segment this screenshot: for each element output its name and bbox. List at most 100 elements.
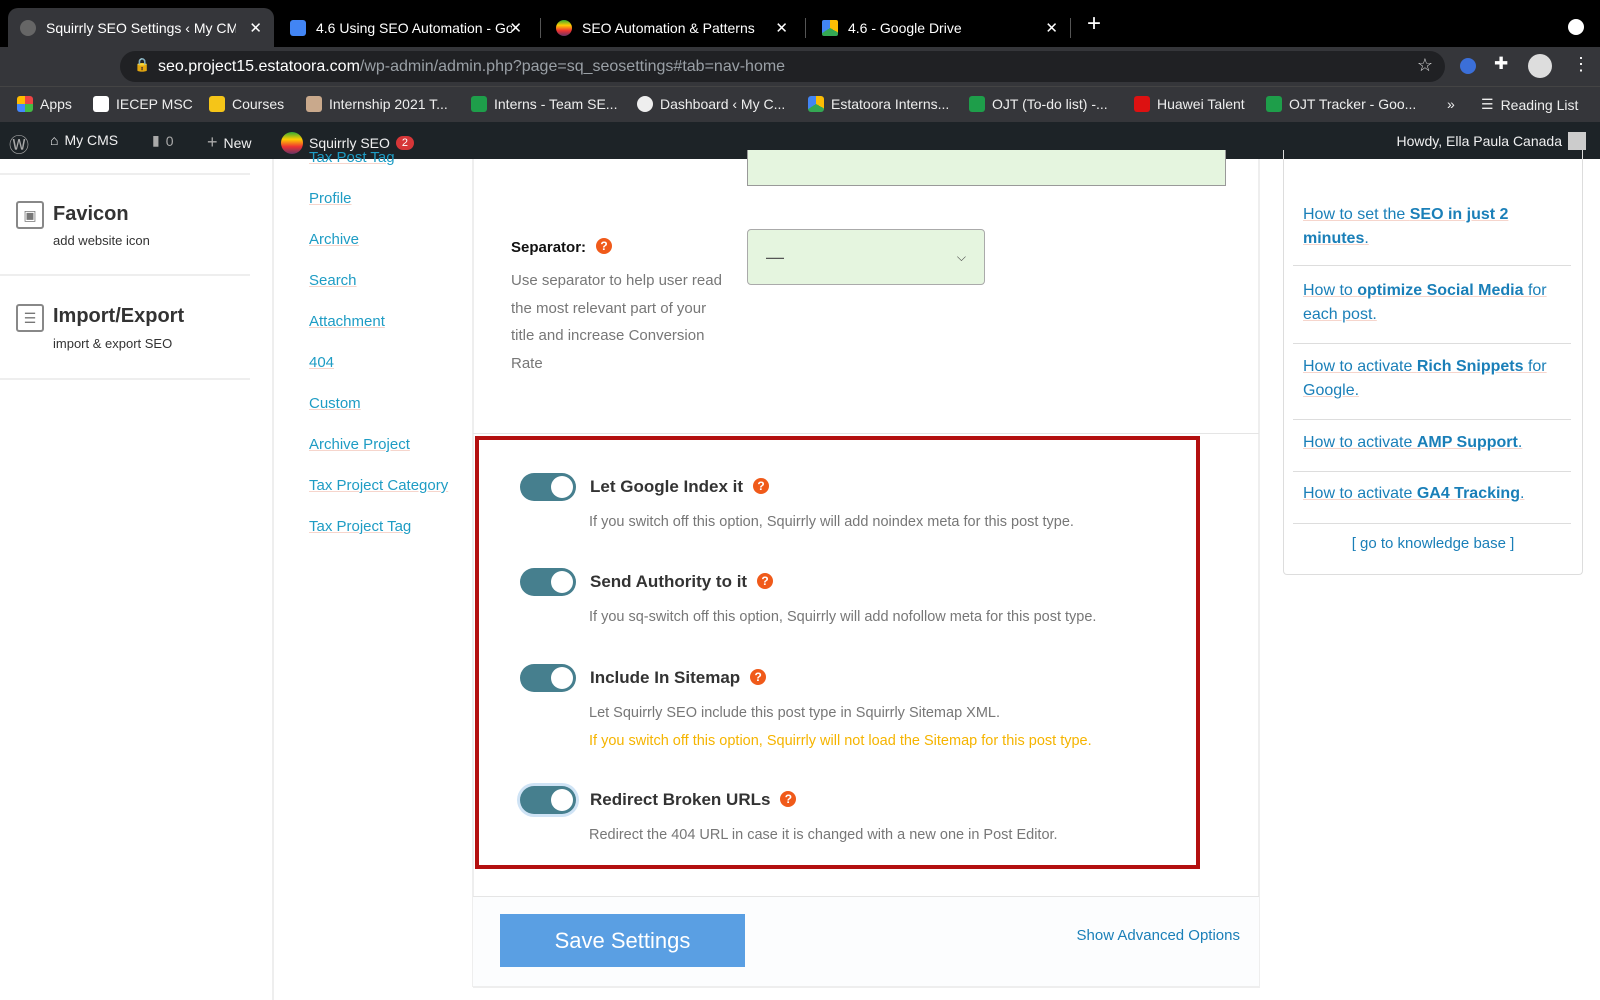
menu-icon[interactable]: ⋮: [1572, 54, 1590, 75]
drive-icon: [822, 19, 838, 36]
toggle-label: Let Google Index it?: [590, 477, 770, 497]
browser-tab-bar: Squirrly SEO Settings ‹ My CMS ✕ 4.6 Usin…: [0, 0, 1600, 47]
bookmark[interactable]: OJT Tracker - Goo...: [1266, 96, 1416, 112]
help-icon[interactable]: ?: [780, 791, 797, 807]
image-icon: ▣: [16, 201, 44, 229]
globe-icon: [20, 19, 36, 36]
huawei-icon: [1134, 96, 1150, 112]
bookmark[interactable]: Interns - Team SE...: [471, 96, 617, 112]
classroom-icon: [209, 96, 225, 112]
post-type-link[interactable]: Custom: [309, 395, 361, 412]
site-name-link[interactable]: ⌂ My CMS: [50, 132, 118, 148]
post-type-link[interactable]: Profile: [309, 190, 352, 207]
toggle-description: If you switch off this option, Squirrly …: [589, 514, 1074, 530]
post-type-link[interactable]: Archive Project: [309, 436, 410, 453]
apps-grid-icon: [17, 96, 33, 112]
menu-import-export-subtitle: import & export SEO: [53, 336, 173, 351]
toggle-switch[interactable]: [520, 473, 576, 501]
tab-seo-patterns[interactable]: SEO Automation & Patterns ✕: [544, 8, 800, 47]
bookmarks-bar: Apps IECEP MSC Courses Internship 2021 T…: [0, 86, 1600, 122]
close-tab-icon[interactable]: ✕: [509, 19, 522, 37]
show-advanced-options-link[interactable]: Show Advanced Options: [1077, 927, 1240, 944]
wix-icon: [93, 96, 109, 112]
sliders-icon: ☰: [16, 304, 44, 332]
help-icon[interactable]: ?: [757, 573, 774, 589]
toggle-description: Let Squirrly SEO include this post type …: [589, 705, 1001, 721]
post-type-link[interactable]: 404: [309, 354, 334, 371]
separator-select[interactable]: — ⌵: [747, 229, 985, 285]
tab-seo-automation-doc[interactable]: 4.6 Using SEO Automation - Go ✕: [278, 8, 534, 47]
bookmark-apps[interactable]: Apps: [17, 96, 72, 112]
new-content-link[interactable]: + New: [207, 132, 252, 153]
tab-google-drive[interactable]: 4.6 - Google Drive ✕: [810, 8, 1070, 47]
bookmark[interactable]: Estatoora Interns...: [808, 96, 949, 112]
close-tab-icon[interactable]: ✕: [249, 19, 262, 37]
tab-squirrly-settings[interactable]: Squirrly SEO Settings ‹ My CMS ✕: [8, 8, 274, 47]
sheets-icon: [969, 96, 985, 112]
post-type-link[interactable]: Search: [309, 272, 357, 289]
post-type-link[interactable]: Archive: [309, 231, 359, 248]
go-to-knowledge-base-link[interactable]: [ go to knowledge base ]: [1283, 535, 1583, 552]
reading-list-icon: ☰: [1481, 96, 1494, 112]
comment-icon: ▮: [152, 132, 160, 148]
more-bookmarks-button[interactable]: »: [1447, 96, 1455, 112]
menu-favicon-subtitle: add website icon: [53, 233, 150, 248]
user-avatar: [1568, 132, 1586, 150]
help-icon[interactable]: ?: [750, 669, 767, 685]
drive-icon: [808, 96, 824, 112]
knowledge-article-link[interactable]: How to activate AMP Support.: [1303, 431, 1568, 455]
separator-label: Separator:?: [511, 238, 613, 256]
toggle-description: If you sq-switch off this option, Squirr…: [589, 609, 1097, 625]
close-tab-icon[interactable]: ✕: [775, 19, 788, 37]
bookmark[interactable]: Huawei Talent: [1134, 96, 1245, 112]
title-pattern-textarea[interactable]: [747, 150, 1226, 186]
knowledge-article-link[interactable]: How to activate Rich Snippets for Google…: [1303, 355, 1568, 403]
toggle-switch[interactable]: [520, 568, 576, 596]
toggle-switch[interactable]: [520, 786, 576, 814]
toggle-warning: If you switch off this option, Squirrly …: [589, 733, 1092, 749]
puzzle-icon[interactable]: ✚: [1494, 54, 1508, 74]
chat-icon: [471, 96, 487, 112]
separator-description: Use separator to help user read the most …: [511, 272, 722, 372]
comments-link[interactable]: ▮ 0: [152, 132, 174, 149]
menu-import-export-title[interactable]: Import/Export: [53, 305, 184, 328]
lock-icon: 🔒: [134, 57, 151, 72]
wordpress-logo-icon[interactable]: Ⓦ: [9, 129, 29, 158]
bookmark[interactable]: IECEP MSC: [93, 96, 193, 112]
knowledge-article-link[interactable]: How to optimize Social Media for each po…: [1303, 279, 1568, 327]
sheets-icon: [1266, 96, 1282, 112]
post-type-link[interactable]: Attachment: [309, 313, 385, 330]
bookmark[interactable]: Dashboard ‹ My C...: [637, 96, 785, 112]
tab-search-icon[interactable]: [1568, 19, 1584, 35]
extension-icon[interactable]: [1460, 58, 1476, 74]
toggle-label: Redirect Broken URLs?: [590, 790, 797, 810]
bookmark-star-icon[interactable]: ☆: [1417, 55, 1433, 76]
help-icon[interactable]: ?: [753, 478, 770, 494]
url-input[interactable]: 🔒 seo.project15.estatoora.com/wp-admin/ad…: [120, 51, 1445, 82]
help-icon[interactable]: ?: [596, 238, 613, 254]
docs-icon: [290, 19, 306, 36]
toggle-label: Send Authority to it?: [590, 572, 774, 592]
post-type-link[interactable]: Tax Project Tag: [309, 518, 411, 535]
account-menu[interactable]: Howdy, Ella Paula Canada: [1396, 132, 1586, 150]
bookmark[interactable]: Courses: [209, 96, 284, 112]
post-type-link[interactable]: Tax Project Category: [309, 477, 448, 494]
knowledge-article-link[interactable]: How to set the SEO in just 2 minutes.: [1303, 203, 1568, 251]
bookmark-icon: [306, 96, 322, 112]
chevron-down-icon: ⌵: [956, 249, 966, 264]
knowledge-article-link[interactable]: How to activate GA4 Tracking.: [1303, 482, 1568, 506]
globe-icon: [637, 96, 653, 112]
squirrly-icon: [556, 19, 572, 36]
new-tab-button[interactable]: +: [1087, 10, 1101, 38]
post-type-link[interactable]: Tax Post Tag: [309, 149, 395, 166]
menu-favicon-title[interactable]: Favicon: [53, 203, 129, 226]
bookmark[interactable]: OJT (To-do list) -...: [969, 96, 1108, 112]
toggle-label: Include In Sitemap?: [590, 668, 767, 688]
toggle-switch[interactable]: [520, 664, 576, 692]
profile-avatar[interactable]: [1528, 54, 1552, 78]
bookmark[interactable]: Internship 2021 T...: [306, 96, 448, 112]
reading-list-button[interactable]: ☰ Reading List: [1481, 96, 1578, 113]
save-settings-button[interactable]: Save Settings: [500, 914, 745, 967]
close-tab-icon[interactable]: ✕: [1045, 19, 1058, 37]
notification-badge: 2: [395, 136, 415, 150]
